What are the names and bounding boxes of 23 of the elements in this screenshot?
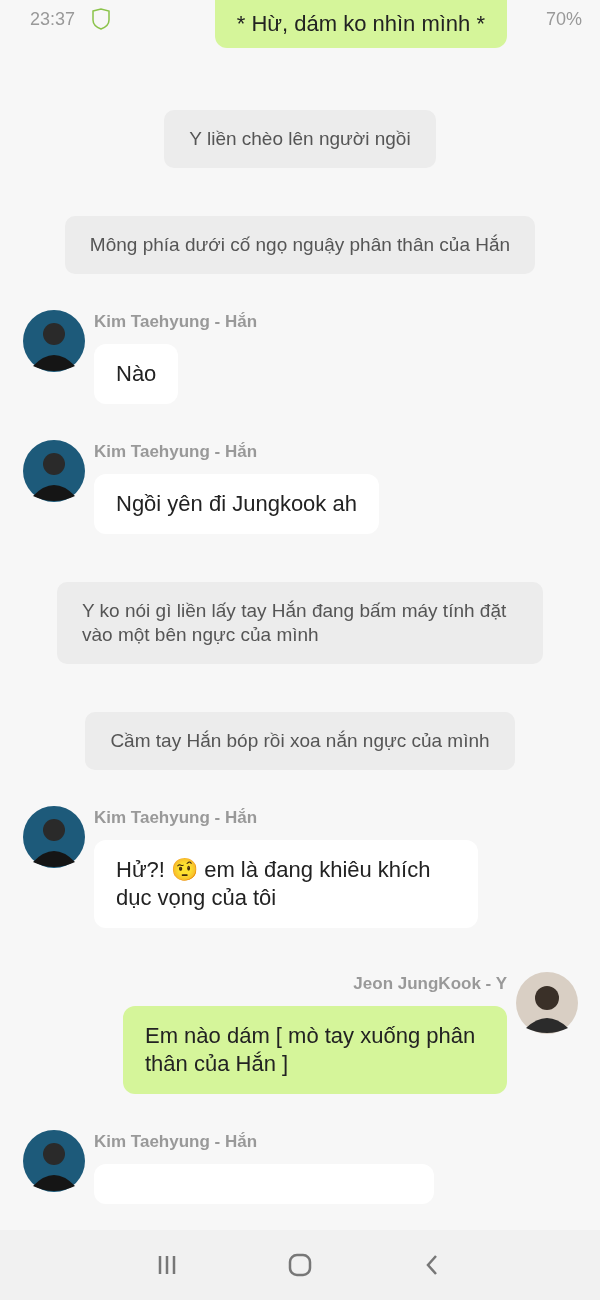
home-icon[interactable] <box>288 1253 312 1277</box>
message-bubble: Hử?! 🤨 em là đang khiêu khích dục vọng của tôi <box>94 840 478 928</box>
message-bubble: Em nào dám [ mò tay xuống phân thân của Hắn ] <box>123 1006 507 1094</box>
battery-level: 70% <box>545 8 582 30</box>
avatar <box>23 440 85 502</box>
avatar <box>516 972 578 1034</box>
message-bubble: * Hừ, dám ko nhìn mình * <box>214 0 507 48</box>
vpn-shield-icon <box>91 8 112 30</box>
avatar <box>23 310 85 372</box>
avatar <box>23 806 85 868</box>
narration-bubble: Y ko nói gì liền lấy tay Hắn đang bấm máy tính đặt vào một bên ngực của mình <box>57 582 543 664</box>
avatar <box>23 1130 85 1192</box>
narration-bubble: Mông phía dưới cố ngọ nguậy phân thân của Hắn <box>64 216 536 274</box>
sender-name: Kim Taehyung - Hắn <box>94 1132 258 1152</box>
narration-bubble: Y liền chèo lên người ngồi <box>164 110 436 168</box>
status-time: 23:37 <box>30 8 76 30</box>
sender-name: Kim Taehyung - Hắn <box>94 808 258 828</box>
message-bubble: Nào <box>94 344 179 404</box>
sender-name: Jeon JungKook - Y <box>353 974 507 994</box>
message-bubble: Ngồi yên đi Jungkook ah <box>94 474 379 534</box>
narration-bubble: Cầm tay Hắn bóp rồi xoa nắn ngực của mình <box>85 712 515 770</box>
sender-name: Kim Taehyung - Hắn <box>94 442 258 462</box>
sender-name: Kim Taehyung - Hắn <box>94 312 258 332</box>
